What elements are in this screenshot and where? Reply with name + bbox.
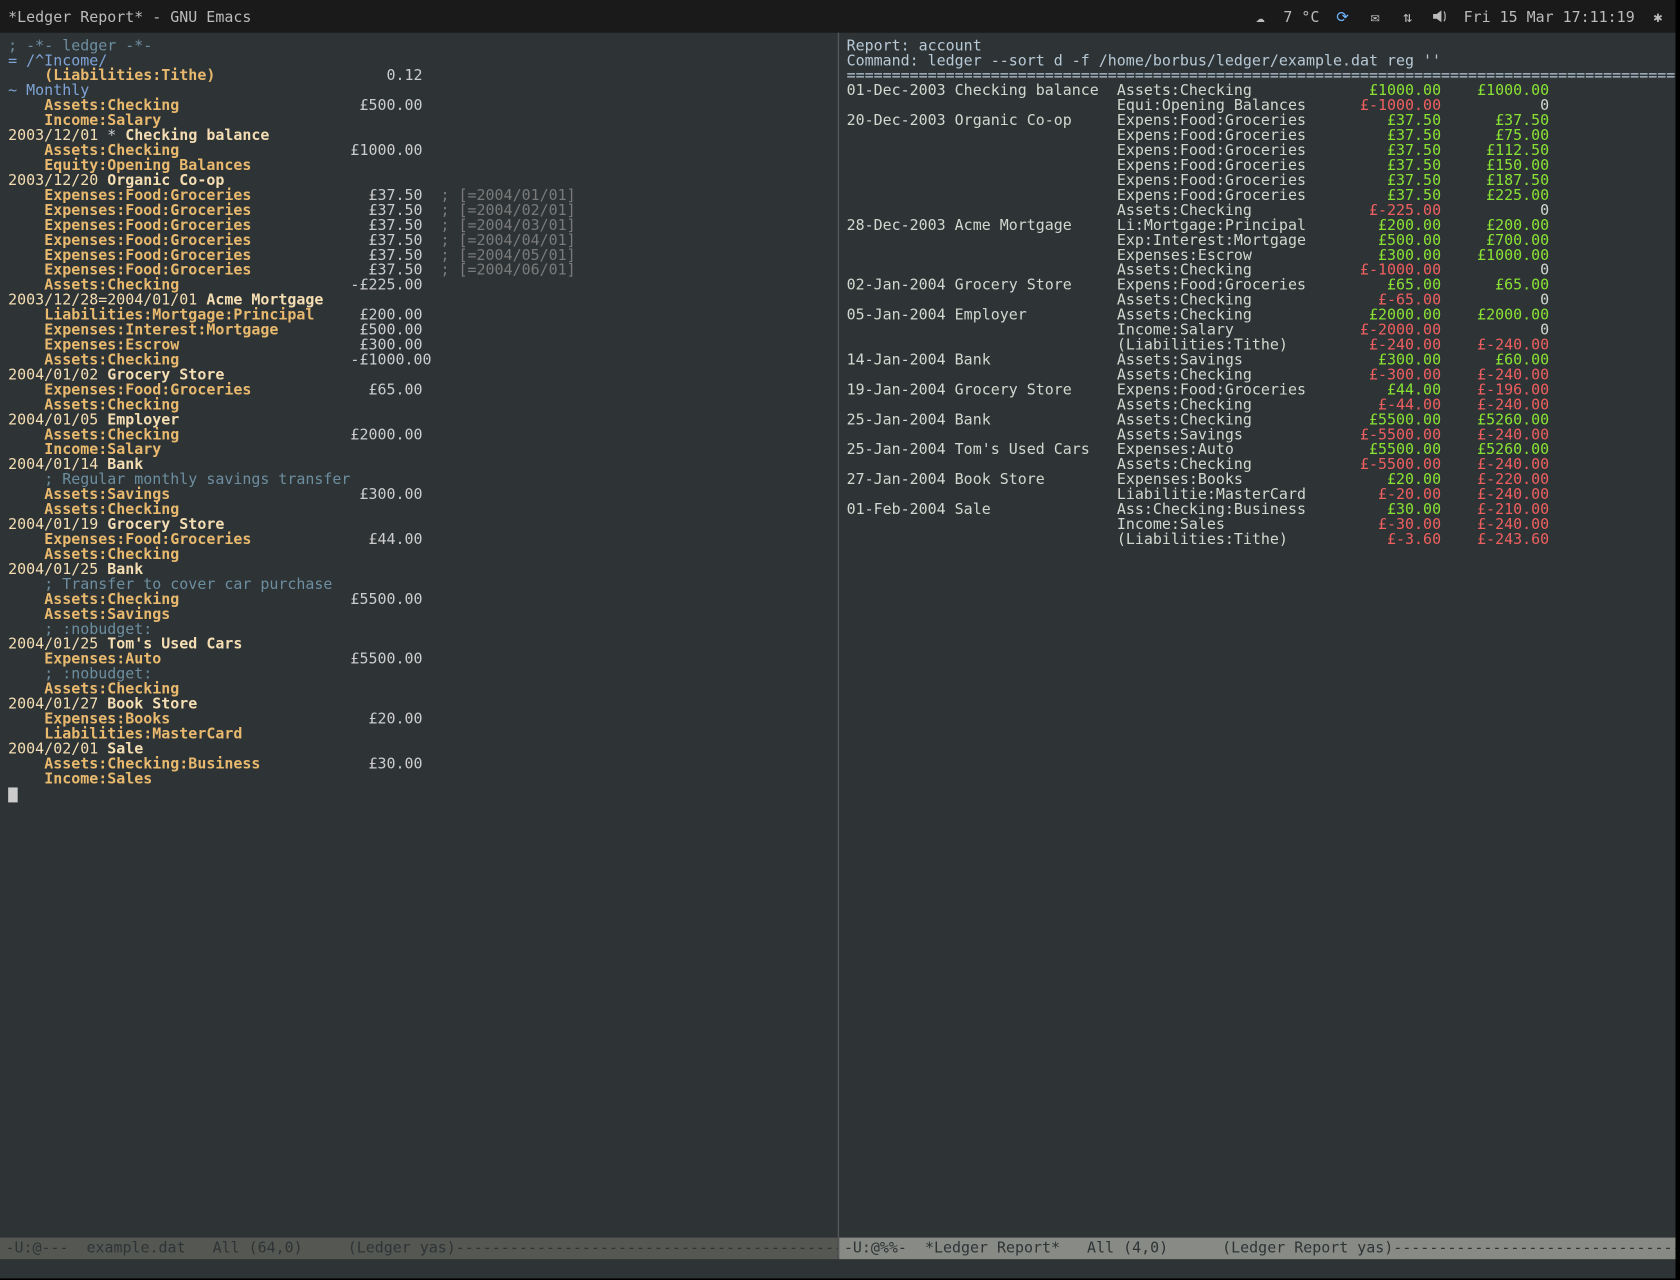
ledger-report-buffer[interactable]: Report: accountCommand: ledger --sort d …	[838, 33, 1675, 1238]
right-window[interactable]: Report: accountCommand: ledger --sort d …	[838, 33, 1675, 1260]
emacs-frame: ; -*- ledger -*-= /^Income/ (Liabilities…	[0, 33, 1676, 1260]
window-title: *Ledger Report* - GNU Emacs	[8, 7, 251, 25]
volume-icon[interactable]	[1431, 7, 1450, 26]
mail-icon[interactable]: ✉	[1366, 7, 1385, 26]
network-icon[interactable]: ⇅	[1398, 7, 1417, 26]
system-tray: ☁ 7 °C ⟳ ✉ ⇅ Fri 15 Mar 17:11:19 ✱	[1251, 7, 1668, 26]
minibuffer[interactable]	[0, 1259, 1676, 1278]
clock: Fri 15 Mar 17:11:19	[1464, 7, 1635, 25]
weather-text: 7 °C	[1283, 7, 1319, 25]
weather-icon: ☁	[1251, 7, 1270, 26]
refresh-icon[interactable]: ⟳	[1333, 7, 1352, 26]
desktop-panel: *Ledger Report* - GNU Emacs ☁ 7 °C ⟳ ✉ ⇅…	[0, 0, 1676, 33]
modeline-left: -U:@--- example.dat All (64,0) (Ledger y…	[0, 1238, 837, 1260]
left-window[interactable]: ; -*- ledger -*-= /^Income/ (Liabilities…	[0, 33, 838, 1260]
settings-gear-icon[interactable]: ✱	[1648, 7, 1667, 26]
ledger-source-buffer[interactable]: ; -*- ledger -*-= /^Income/ (Liabilities…	[0, 33, 837, 1238]
modeline-right: -U:@%%- *Ledger Report* All (4,0) (Ledge…	[838, 1238, 1675, 1260]
